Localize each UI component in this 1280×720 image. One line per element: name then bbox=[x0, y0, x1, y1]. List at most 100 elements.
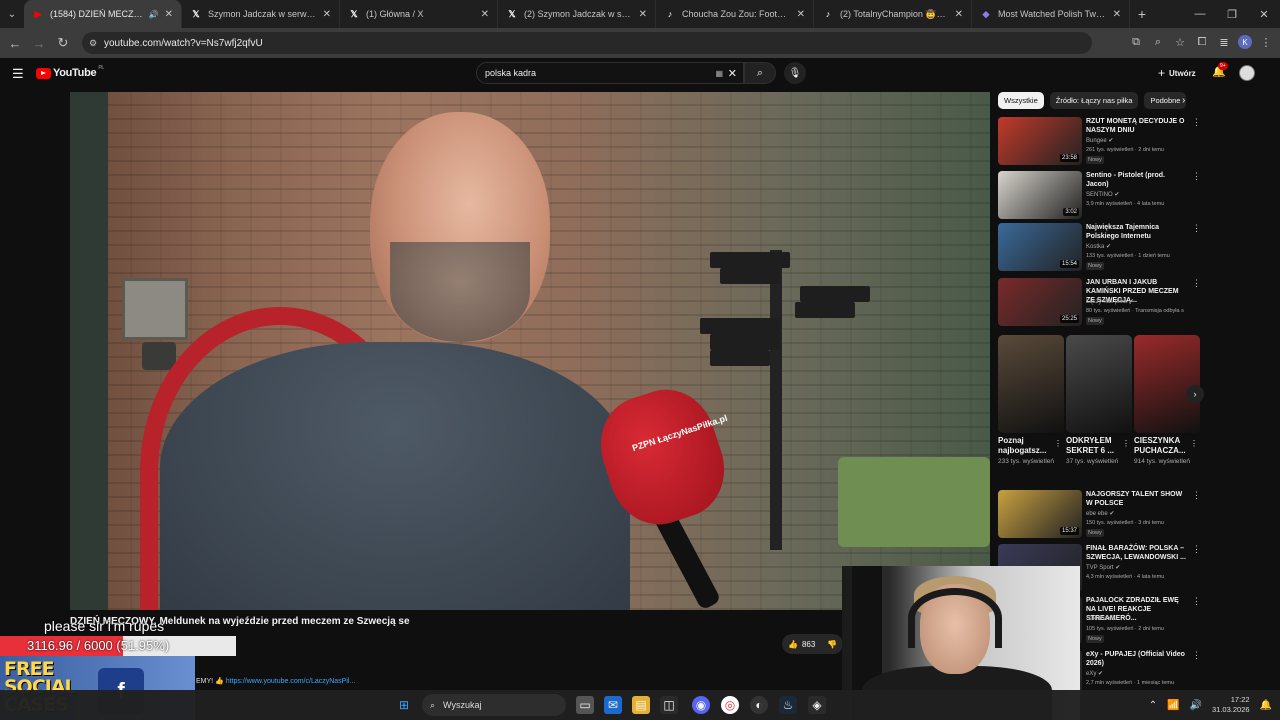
zoom-icon[interactable]: ⌕ bbox=[1150, 34, 1166, 50]
store-icon[interactable]: ◫ bbox=[660, 696, 678, 714]
close-tab-icon[interactable]: ✕ bbox=[165, 9, 173, 20]
voice-search-button[interactable]: 🎙 bbox=[784, 62, 806, 84]
more-options-icon[interactable]: ⋮ bbox=[1190, 439, 1198, 448]
notification-center-icon[interactable]: 🔔 bbox=[1260, 700, 1272, 711]
video-player[interactable]: PZPN ŁączyNasPiłka.pl bbox=[70, 92, 990, 610]
filter-chip[interactable]: Źródło: Łączy nas piłka bbox=[1049, 92, 1139, 109]
steam-icon[interactable]: ♨ bbox=[779, 696, 797, 714]
site-info-icon[interactable]: ⚙ bbox=[89, 38, 97, 49]
profile-avatar[interactable]: K bbox=[1238, 35, 1252, 49]
short-title[interactable]: Poznaj najbogatsz... bbox=[998, 436, 1052, 456]
task-view-icon[interactable]: ▭ bbox=[576, 696, 594, 714]
search-button[interactable]: ⌕ bbox=[744, 62, 776, 84]
speaker-icon[interactable]: 🔊 bbox=[1190, 700, 1202, 711]
video-title[interactable]: RZUT MONETĄ DECYDUJE O NASZYM DNIU bbox=[1086, 117, 1188, 135]
browser-tab[interactable]: 𝕏 (2) Szymon Jadczak w serwisie ✕ bbox=[498, 0, 656, 28]
browser-tab[interactable]: ◆ Most Watched Polish Twitch St ✕ bbox=[972, 0, 1130, 28]
browser-tab[interactable]: ♪ Choucha Zou Zou: Football & ✕ bbox=[656, 0, 814, 28]
more-options-icon[interactable]: ⋮ bbox=[1192, 650, 1201, 661]
video-thumbnail[interactable]: 3:02 bbox=[998, 171, 1082, 219]
more-options-icon[interactable]: ⋮ bbox=[1054, 439, 1062, 448]
close-tab-icon[interactable]: ✕ bbox=[639, 9, 647, 20]
chevron-right-icon[interactable]: › bbox=[1182, 95, 1185, 106]
filter-chip[interactable]: Wszystkie bbox=[998, 92, 1044, 109]
chrome-icon[interactable]: ◎ bbox=[721, 696, 739, 714]
bookmark-star-icon[interactable]: ☆ bbox=[1172, 34, 1188, 50]
more-options-icon[interactable]: ⋮ bbox=[1192, 278, 1201, 289]
channel-name[interactable]: Bungee ✔ bbox=[1086, 137, 1113, 144]
video-thumbnail[interactable]: 15:37 bbox=[998, 490, 1082, 538]
reload-icon[interactable]: ↻ bbox=[51, 35, 75, 51]
recommended-video[interactable]: 25:25 JAN URBAN I JAKUB KAMIŃSKI PRZED M… bbox=[998, 278, 1201, 326]
short-title[interactable]: CIESZYNKA PUCHACZA... bbox=[1134, 436, 1188, 456]
menu-icon[interactable]: ☰ bbox=[12, 66, 24, 82]
short-item[interactable]: Poznaj najbogatsz... 233 tys. wyświetleń… bbox=[998, 335, 1064, 466]
discord-icon[interactable]: ◉ bbox=[692, 696, 710, 714]
close-window-icon[interactable]: ✕ bbox=[1248, 0, 1280, 28]
channel-name[interactable]: eXy ✔ bbox=[1086, 670, 1103, 677]
wifi-icon[interactable]: 📶 bbox=[1167, 700, 1179, 711]
video-title[interactable]: Największa Tajemnica Polskiego Internetu bbox=[1086, 223, 1188, 241]
more-options-icon[interactable]: ⋮ bbox=[1192, 490, 1201, 501]
more-options-icon[interactable]: ⋮ bbox=[1192, 544, 1201, 555]
thumbs-down-icon[interactable]: 👎 bbox=[827, 640, 837, 649]
extensions-icon[interactable]: ⧠ bbox=[1194, 34, 1210, 50]
search-input[interactable]: polska kadra ▦ ✕ bbox=[476, 62, 744, 84]
close-tab-icon[interactable]: ✕ bbox=[1113, 9, 1121, 20]
browser-tab[interactable]: ♪ (2) TotalnyChampion 🤠👊 w ✕ bbox=[814, 0, 972, 28]
channel-name[interactable]: Kostka ✔ bbox=[1086, 243, 1111, 250]
clock[interactable]: 17:22 31.03.2026 bbox=[1212, 695, 1250, 715]
speaker-icon[interactable]: 🔊 bbox=[149, 10, 159, 19]
short-thumbnail[interactable] bbox=[1134, 335, 1200, 433]
browser-menu-icon[interactable]: ⋮ bbox=[1258, 34, 1274, 50]
close-tab-icon[interactable]: ✕ bbox=[481, 9, 489, 20]
short-item[interactable]: ODKRYŁEM SEKRET 6 ... 37 tys. wyświetleń… bbox=[1066, 335, 1132, 466]
close-tab-icon[interactable]: ✕ bbox=[323, 9, 331, 20]
browser-tab[interactable]: 𝕏 (1) Główna / X ✕ bbox=[340, 0, 498, 28]
short-thumbnail[interactable] bbox=[998, 335, 1064, 433]
close-tab-icon[interactable]: ✕ bbox=[797, 9, 805, 20]
taskbar-search[interactable]: ⌕ Wyszukaj bbox=[422, 694, 566, 716]
more-options-icon[interactable]: ⋮ bbox=[1192, 223, 1201, 234]
more-options-icon[interactable]: ⋮ bbox=[1122, 439, 1130, 448]
video-title[interactable]: FINAŁ BARAŻÓW: POLSKA – SZWECJA, LEWANDO… bbox=[1086, 544, 1188, 562]
video-title[interactable]: Sentino - Pistolet (prod. Jacon) bbox=[1086, 171, 1188, 189]
new-tab-button[interactable]: + bbox=[1130, 6, 1154, 22]
reading-list-icon[interactable]: ≣ bbox=[1216, 34, 1232, 50]
address-bar[interactable]: ⚙ youtube.com/watch?v=Ns7wfj2qfvU bbox=[82, 32, 1092, 54]
notifications-button[interactable]: 🔔 9+ bbox=[1212, 62, 1228, 78]
windows-start-icon[interactable]: ⊞ bbox=[395, 696, 413, 714]
file-explorer-icon[interactable]: ▤ bbox=[632, 696, 650, 714]
chevron-up-icon[interactable]: ⌃ bbox=[1149, 700, 1157, 711]
browser-tab[interactable]: ▶ (1584) DZIEŃ MECZOWY. M🔊 ✕ bbox=[24, 0, 182, 28]
channel-name[interactable]: SzklanaY2J bbox=[1086, 616, 1118, 622]
like-button[interactable]: 👍 863 👎 bbox=[782, 634, 844, 654]
create-button[interactable]: + Utwórz bbox=[1158, 66, 1196, 80]
forward-icon[interactable]: → bbox=[27, 36, 51, 51]
video-thumbnail[interactable]: 25:25 bbox=[998, 278, 1082, 326]
recommended-video[interactable]: 15:37 NAJGORSZY TALENT SHOW W POLSCE ebe… bbox=[998, 490, 1201, 538]
recommended-video[interactable]: 23:58 RZUT MONETĄ DECYDUJE O NASZYM DNIU… bbox=[998, 117, 1201, 165]
browser-tab[interactable]: 𝕏 Szymon Jadczak w serwisie X: ✕ bbox=[182, 0, 340, 28]
filter-chip[interactable]: Podobne bbox=[1144, 92, 1187, 109]
short-title[interactable]: ODKRYŁEM SEKRET 6 ... bbox=[1066, 436, 1120, 456]
game-launcher-icon[interactable]: ◈ bbox=[808, 696, 826, 714]
shorts-next-button[interactable]: › bbox=[1186, 385, 1204, 403]
outlook-icon[interactable]: ✉ bbox=[604, 696, 622, 714]
recommended-video[interactable]: 15:54 Największa Tajemnica Polskiego Int… bbox=[998, 223, 1201, 271]
close-tab-icon[interactable]: ✕ bbox=[955, 9, 963, 20]
video-title[interactable]: NAJGORSZY TALENT SHOW W POLSCE bbox=[1086, 490, 1188, 508]
app-icon[interactable]: ◐ bbox=[750, 696, 768, 714]
more-options-icon[interactable]: ⋮ bbox=[1192, 117, 1201, 128]
tab-search-icon[interactable]: ⌄ bbox=[0, 3, 24, 25]
more-options-icon[interactable]: ⋮ bbox=[1192, 171, 1201, 182]
channel-name[interactable]: Łączy nas piłka ✔ bbox=[1086, 298, 1134, 305]
minimize-icon[interactable]: — bbox=[1184, 0, 1216, 28]
keyboard-icon[interactable]: ▦ bbox=[715, 69, 723, 78]
short-thumbnail[interactable] bbox=[1066, 335, 1132, 433]
channel-url-link[interactable]: https://www.youtube.com/c/LaczyNasPil... bbox=[226, 678, 356, 685]
clear-search-icon[interactable]: ✕ bbox=[728, 67, 737, 80]
video-title[interactable]: eXy - PUPAJEJ (Official Video 2026) bbox=[1086, 650, 1188, 668]
channel-name[interactable]: TVP Sport ✔ bbox=[1086, 564, 1120, 571]
channel-name[interactable]: ebe ebe ✔ bbox=[1086, 510, 1114, 517]
